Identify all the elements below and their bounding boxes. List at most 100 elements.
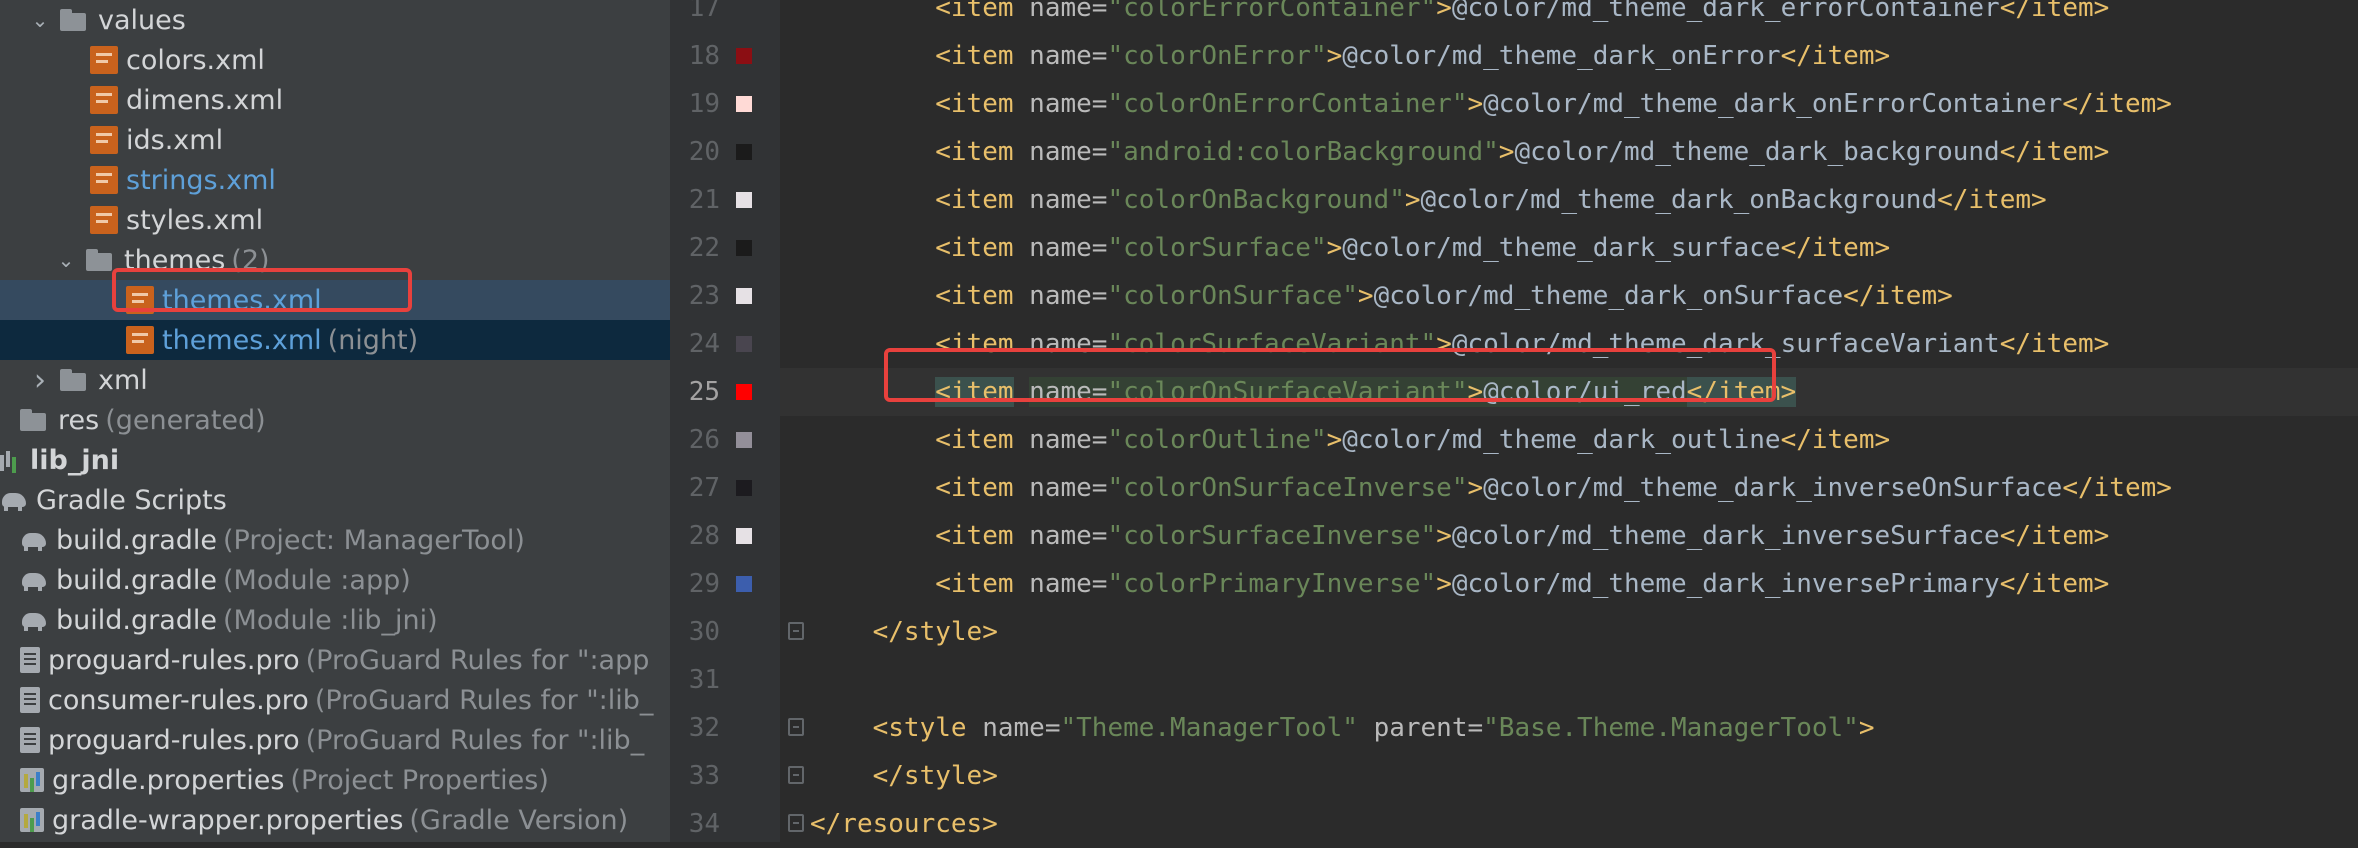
xml-attr-value: "colorOnErrorContainer" [1107, 89, 1468, 119]
xml-attr-value: "android:colorBackground" [1107, 137, 1499, 167]
xml-equals: = [1091, 521, 1108, 551]
line-number: 30 [688, 617, 720, 647]
xml-tag: > [1404, 185, 1421, 215]
xml-attr-name: name [1029, 89, 1092, 119]
xml-tag: </style> [872, 761, 998, 791]
code-text: <item name="colorOnSurfaceInverse">@colo… [810, 464, 2172, 512]
color-swatch-icon[interactable] [736, 144, 752, 160]
line-number: 31 [688, 665, 720, 695]
line-number: 34 [688, 809, 720, 839]
color-swatch-icon[interactable] [736, 336, 752, 352]
code-line[interactable]: 17 <item name="colorErrorContainer">@col… [0, 0, 2358, 32]
code-line[interactable]: 31 [0, 656, 2358, 704]
code-text: <item name="android:colorBackground">@co… [810, 128, 2109, 176]
line-number: 24 [688, 329, 720, 359]
line-number: 28 [688, 521, 720, 551]
xml-equals: = [1091, 233, 1108, 263]
xml-tag: > [1467, 473, 1484, 503]
color-swatch-icon[interactable] [736, 384, 752, 400]
xml-attr-name: name [1029, 473, 1092, 503]
xml-text-value: @color/md_theme_dark_inversePrimary [1451, 569, 2000, 599]
xml-text-value: @color/md_theme_dark_outline [1342, 425, 1781, 455]
xml-equals: = [1091, 137, 1108, 167]
line-number: 18 [688, 41, 720, 71]
line-number: 27 [688, 473, 720, 503]
xml-attr-name: parent [1373, 713, 1468, 743]
xml-tag: </item> [2062, 89, 2172, 119]
code-line[interactable]: 28 <item name="colorSurfaceInverse">@col… [0, 512, 2358, 560]
xml-tag: <item [935, 425, 1014, 455]
xml-tag: </item> [1999, 569, 2110, 599]
code-line[interactable]: 29 <item name="colorPrimaryInverse">@col… [0, 560, 2358, 608]
xml-tag: </item> [1999, 137, 2110, 167]
code-line[interactable]: 34 </resources> [0, 800, 2358, 848]
color-swatch-icon[interactable] [736, 96, 752, 112]
xml-text-value: @color/md_theme_dark_onErrorContainer [1483, 89, 2063, 119]
code-line[interactable]: 21 <item name="colorOnBackground">@color… [0, 176, 2358, 224]
xml-tag: </item> [2062, 473, 2172, 503]
xml-equals: = [1091, 41, 1108, 71]
xml-tag: <item [935, 281, 1014, 311]
xml-tag: </item> [1999, 0, 2110, 23]
xml-attr-name: name [1029, 281, 1092, 311]
fold-marker-icon[interactable] [788, 766, 804, 784]
xml-tag: <item [935, 569, 1014, 599]
xml-tag: </item> [1937, 185, 2047, 215]
xml-tag: <item [935, 41, 1014, 71]
code-text: <item name="colorOutline">@color/md_them… [810, 416, 1890, 464]
color-swatch-icon[interactable] [736, 240, 752, 256]
line-number: 19 [688, 89, 720, 119]
code-text: <item name="colorSurfaceInverse">@color/… [810, 512, 2109, 560]
color-swatch-icon[interactable] [736, 576, 752, 592]
xml-tag: > [1467, 89, 1484, 119]
xml-tag: > [1436, 569, 1452, 599]
code-line[interactable]: 22 <item name="colorSurface">@color/md_t… [0, 224, 2358, 272]
fold-marker-icon[interactable] [788, 718, 804, 736]
xml-tag: </item> [1999, 329, 2110, 359]
xml-attr-name: name [1029, 185, 1092, 215]
code-line[interactable]: 27 <item name="colorOnSurfaceInverse">@c… [0, 464, 2358, 512]
xml-tag: </style> [872, 617, 998, 647]
line-number: 25 [688, 377, 720, 407]
xml-equals: = [1044, 713, 1061, 743]
xml-tag: > [1357, 281, 1374, 311]
color-swatch-icon[interactable] [736, 528, 752, 544]
xml-attr-name: name [1029, 521, 1092, 551]
xml-attr-name: name [1029, 41, 1092, 71]
color-swatch-icon[interactable] [736, 480, 752, 496]
code-text: <style name="Theme.ManagerTool" parent="… [810, 704, 1875, 752]
color-swatch-icon[interactable] [736, 192, 752, 208]
code-line[interactable]: 19 <item name="colorOnErrorContainer">@c… [0, 80, 2358, 128]
xml-attr-name: name [1029, 0, 1092, 23]
xml-tag: > [1498, 137, 1515, 167]
code-line[interactable]: 26 <item name="colorOutline">@color/md_t… [0, 416, 2358, 464]
color-swatch-icon[interactable] [736, 288, 752, 304]
xml-equals: = [1091, 473, 1108, 503]
xml-tag: <item [935, 473, 1014, 503]
xml-attr-value: "colorOnSurface" [1107, 281, 1358, 311]
xml-attr-value: "Theme.ManagerTool" [1060, 713, 1358, 743]
xml-text-value: @color/md_theme_dark_errorContainer [1451, 0, 2000, 23]
color-swatch-icon[interactable] [736, 48, 752, 64]
xml-text-value: @color/md_theme_dark_onBackground [1420, 185, 1938, 215]
code-line[interactable]: 18 <item name="colorOnError">@color/md_t… [0, 32, 2358, 80]
xml-tag: <item [935, 233, 1014, 263]
xml-equals: = [1091, 569, 1108, 599]
code-line[interactable]: 32 <style name="Theme.ManagerTool" paren… [0, 704, 2358, 752]
fold-marker-icon[interactable] [788, 814, 804, 832]
line-number: 33 [688, 761, 720, 791]
xml-tag: <item [935, 185, 1014, 215]
xml-equals: = [1091, 89, 1108, 119]
code-text: </style> [810, 608, 998, 656]
code-line[interactable]: 30 </style> [0, 608, 2358, 656]
xml-attr-name: name [1029, 425, 1092, 455]
color-swatch-icon[interactable] [736, 432, 752, 448]
xml-tag: <item [935, 0, 1014, 23]
code-highlight-box [884, 348, 1776, 402]
xml-tag: <item [935, 89, 1014, 119]
code-line[interactable]: 23 <item name="colorOnSurface">@color/md… [0, 272, 2358, 320]
code-line[interactable]: 20 <item name="android:colorBackground">… [0, 128, 2358, 176]
xml-tag: </resources> [810, 809, 998, 839]
fold-marker-icon[interactable] [788, 622, 804, 640]
code-line[interactable]: 33 </style> [0, 752, 2358, 800]
